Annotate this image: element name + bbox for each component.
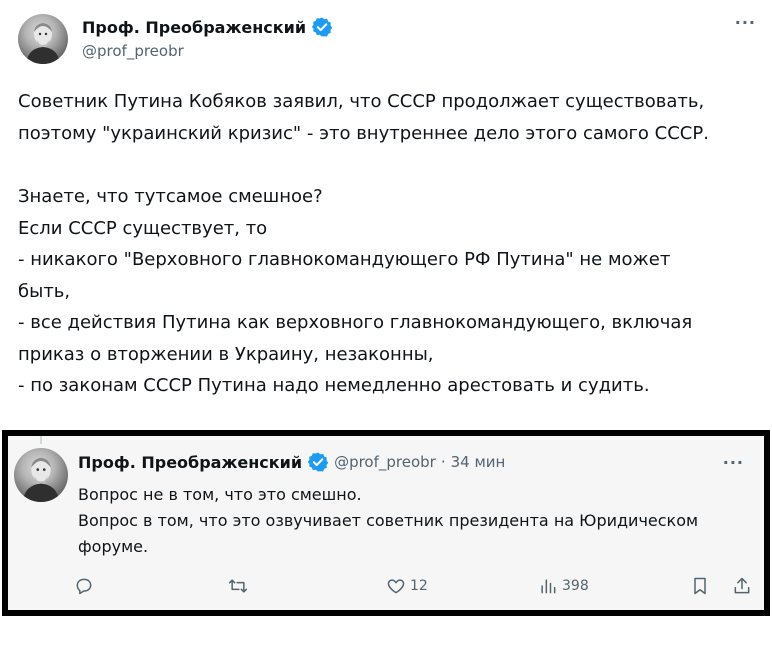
tweet-text: Вопрос не в том, что это смешно. Вопрос … (78, 482, 758, 560)
tweet-text-line: Советник Путина Кобяков заявил, что СССР… (18, 91, 705, 112)
views-button[interactable]: 398 (538, 576, 589, 596)
author-name[interactable]: Проф. Преображенский (78, 453, 302, 472)
author-row: Проф. Преображенский (82, 15, 333, 39)
author-row: Проф. Преображенский @prof_preobr · 34 м… (78, 450, 505, 474)
tweet-text-line: форуме. (78, 537, 149, 556)
views-count: 398 (562, 578, 589, 594)
tweet-text-line: приказ о вторжении в Украину, незаконны, (18, 343, 434, 365)
tweet-text-line: Знаете, что тутсамое смешное? (18, 186, 323, 207)
portrait-icon (26, 23, 60, 64)
heart-icon (387, 579, 405, 594)
like-count: 12 (410, 578, 428, 594)
tweet-text-line: быть, (18, 280, 71, 302)
thread-connector (40, 436, 42, 444)
bookmark-button[interactable] (690, 576, 710, 596)
reply-tweet[interactable]: Проф. Преображенский @prof_preobr · 34 м… (2, 430, 770, 616)
paragraph-break (18, 149, 758, 181)
separator-dot: · (440, 453, 446, 471)
tweet-text-line: Вопрос не в том, что это смешно. (78, 485, 362, 504)
retweet-icon (228, 579, 248, 593)
more-horizontal-icon[interactable]: ··· (735, 15, 756, 31)
retweet-button[interactable] (228, 576, 252, 596)
like-button[interactable]: 12 (386, 576, 428, 596)
avatar[interactable] (14, 448, 68, 502)
author-handle[interactable]: @prof_preobr (334, 453, 436, 471)
portrait-icon (22, 457, 60, 502)
share-icon (734, 577, 750, 594)
tweet-text-line: - по законам СССР Путина надо немедленно… (18, 375, 650, 396)
verified-badge-icon (307, 451, 329, 473)
tweet-text-line: Если СССР существует, то (18, 217, 268, 239)
tweet-text-line: Вопрос в том, что это озвучивает советни… (78, 511, 699, 530)
bookmark-icon (694, 577, 706, 595)
reply-icon (76, 578, 92, 595)
tweet-text-line: поэтому "украинский кризис" - это внутре… (18, 122, 709, 144)
bar-chart-icon (541, 579, 556, 594)
main-tweet: Проф. Преображенский @prof_preobr ··· Со… (0, 0, 772, 420)
share-button[interactable] (732, 576, 752, 596)
verified-badge-icon (311, 16, 333, 38)
tweet-text: Советник Путина Кобяков заявил, что СССР… (18, 86, 758, 402)
author-name[interactable]: Проф. Преображенский (82, 18, 306, 37)
author-handle[interactable]: @prof_preobr (82, 42, 184, 60)
more-horizontal-icon[interactable]: ··· (723, 455, 744, 471)
action-bar: 12 398 (8, 576, 764, 598)
reply-button[interactable] (74, 576, 98, 596)
avatar[interactable] (18, 14, 68, 64)
tweet-screenshot: Проф. Преображенский @prof_preobr ··· Со… (0, 0, 772, 662)
timestamp[interactable]: 34 мин (451, 453, 506, 471)
tweet-text-line: - никакого "Верховного главнокомандующег… (18, 249, 671, 270)
tweet-text-line: - все действия Путина как верховного гла… (18, 312, 693, 333)
